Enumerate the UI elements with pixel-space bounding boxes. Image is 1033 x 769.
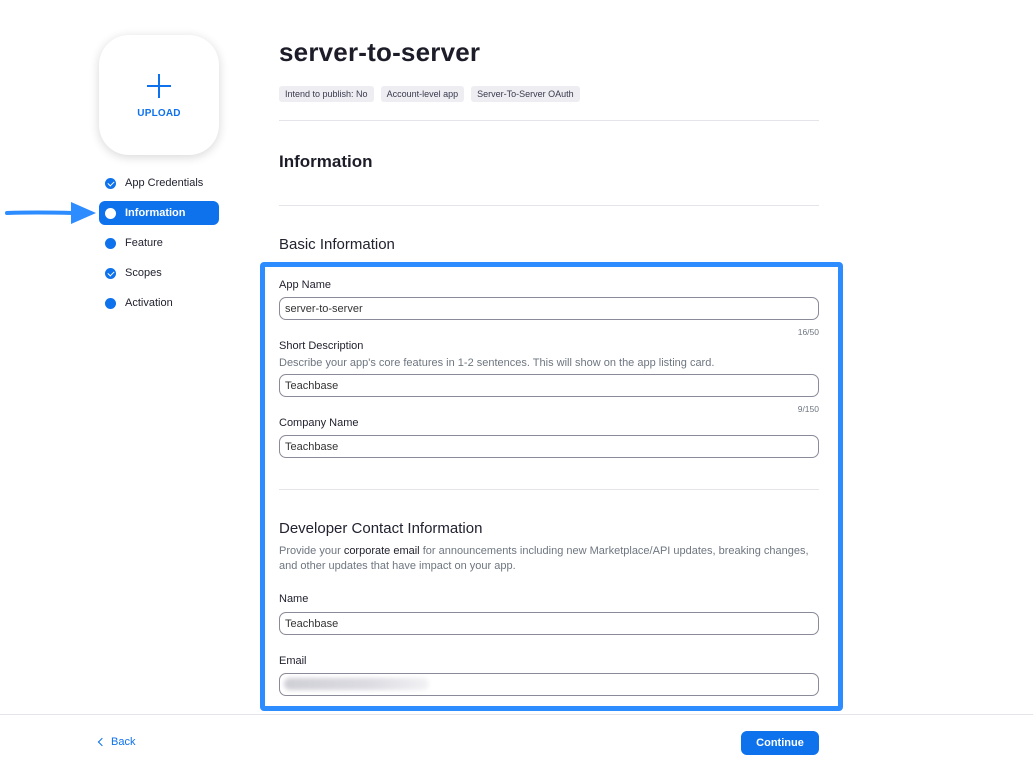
contact-name-label: Name <box>279 593 309 605</box>
nav-item-scopes[interactable]: Scopes <box>99 261 219 285</box>
continue-button[interactable]: Continue <box>741 731 819 755</box>
short-description-label: Short Description <box>279 340 364 352</box>
check-circle-icon <box>105 267 116 279</box>
chevron-left-icon <box>97 737 107 747</box>
divider <box>279 120 819 121</box>
nav-item-feature[interactable]: Feature <box>99 231 219 255</box>
basic-info-title: Basic Information <box>279 236 395 253</box>
tag-oauth-type: Server-To-Server OAuth <box>471 86 580 102</box>
step-nav: App Credentials Information Feature Scop… <box>99 171 219 321</box>
dot-icon <box>105 297 116 309</box>
plus-icon <box>147 73 171 98</box>
back-button[interactable]: Back <box>97 736 136 748</box>
page-title: server-to-server <box>279 37 481 67</box>
app-name-counter: 16/50 <box>797 327 819 337</box>
dot-icon <box>105 237 116 249</box>
redacted-email <box>284 678 429 690</box>
nav-item-label: Activation <box>125 297 173 309</box>
upload-label: UPLOAD <box>137 107 181 119</box>
developer-contact-title: Developer Contact Information <box>279 520 483 537</box>
section-title: Information <box>279 152 373 171</box>
short-description-input[interactable] <box>279 374 819 397</box>
nav-item-label: Scopes <box>125 267 162 279</box>
short-description-counter: 9/150 <box>797 404 819 414</box>
contact-email-label: Email <box>279 655 307 667</box>
nav-item-label: Feature <box>125 237 163 249</box>
nav-item-label: App Credentials <box>125 177 204 189</box>
nav-item-information[interactable]: Information <box>99 201 219 225</box>
app-name-label: App Name <box>279 279 331 291</box>
contact-name-input[interactable] <box>279 612 819 635</box>
tag-publish: Intend to publish: No <box>279 86 374 102</box>
annotation-highlight-box <box>260 262 843 711</box>
check-circle-icon <box>105 177 116 189</box>
app-name-input[interactable] <box>279 297 819 320</box>
upload-logo-button[interactable]: UPLOAD <box>99 35 219 155</box>
tag-account-level: Account-level app <box>380 86 465 102</box>
nav-item-activation[interactable]: Activation <box>99 291 219 315</box>
annotation-arrow-icon <box>5 202 96 224</box>
nav-item-label: Information <box>125 207 186 219</box>
divider <box>279 489 819 490</box>
company-name-input[interactable] <box>279 435 819 458</box>
back-label: Back <box>111 736 136 748</box>
short-description-help: Describe your app's core features in 1-2… <box>279 357 715 369</box>
developer-contact-help: Provide your corporate email for announc… <box>279 545 809 572</box>
divider <box>279 205 819 206</box>
active-dot-icon <box>105 207 116 219</box>
nav-item-app-credentials[interactable]: App Credentials <box>99 171 219 195</box>
app-tags: Intend to publish: No Account-level app … <box>279 86 580 102</box>
footer-divider <box>0 714 1033 715</box>
company-name-label: Company Name <box>279 417 359 429</box>
